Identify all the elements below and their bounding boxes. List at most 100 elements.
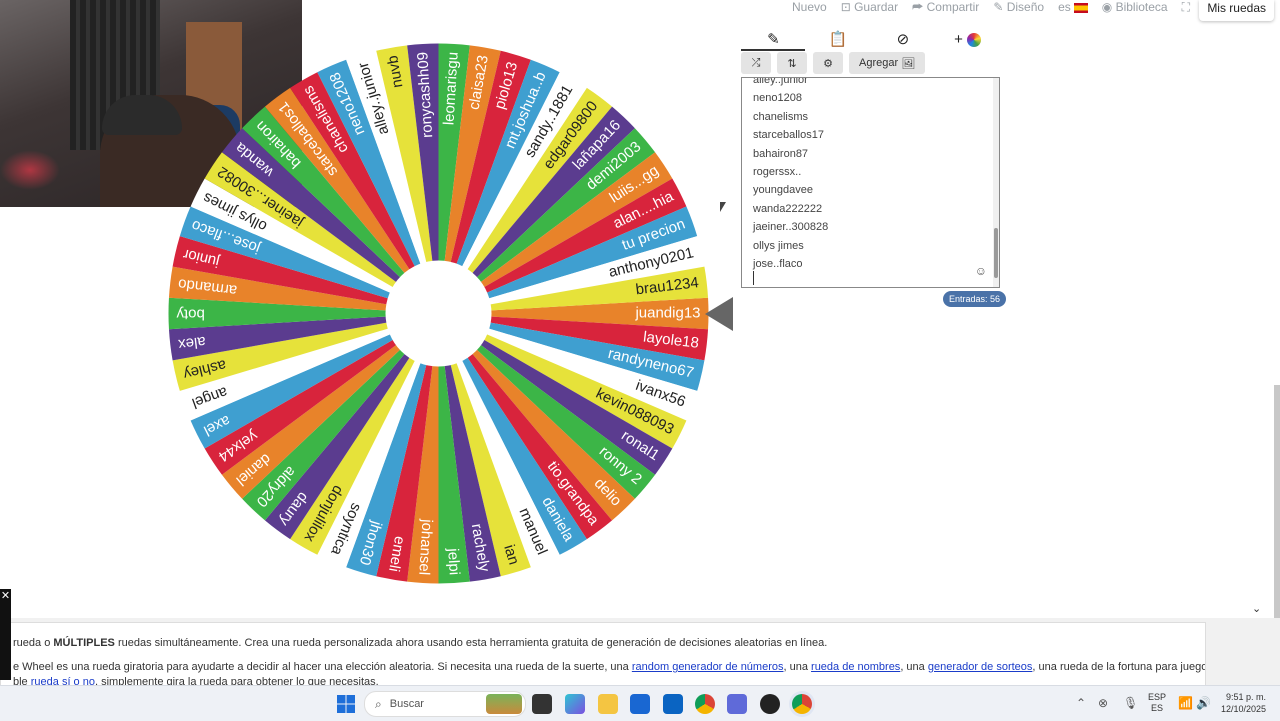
tab-hide[interactable]: ⊘: [883, 30, 923, 48]
my-wheels-button[interactable]: Mis ruedas: [1199, 0, 1274, 21]
wheel-segment-label: boty: [176, 306, 205, 323]
emoji-icon[interactable]: ☺: [975, 264, 987, 278]
add-image-button[interactable]: Agregar 🖼: [849, 52, 926, 74]
nav-share[interactable]: ⮫ Compartir: [912, 0, 979, 15]
nav-new[interactable]: Nuevo: [792, 0, 827, 15]
link-name-wheel[interactable]: rueda de nombres: [811, 661, 900, 673]
wheel-segment-label: jelpi: [444, 547, 463, 576]
spain-flag-icon: [1073, 2, 1088, 13]
lang-bottom: ES: [1151, 703, 1164, 713]
pencil-icon: ✎: [767, 31, 780, 48]
entry-item[interactable]: ollys jimes: [753, 237, 828, 255]
obs-icon[interactable]: [760, 694, 780, 714]
shuffle-button[interactable]: ⤮: [741, 52, 771, 74]
entry-item[interactable]: jose..flaco: [753, 255, 828, 273]
nav-library-label: Biblioteca: [1115, 0, 1168, 14]
desc-bold: MÚLTIPLES: [53, 637, 115, 649]
add-label: +: [954, 30, 963, 48]
chrome-active-icon[interactable]: [792, 694, 812, 714]
clock-time: 9:51 p. m.: [1225, 692, 1266, 702]
color-wheel-icon: [967, 32, 982, 47]
entry-item[interactable]: neno1208: [753, 89, 828, 107]
entries-panel: ✎ 📋 ⊘ +: [741, 27, 1000, 51]
eye-slash-icon: ⊘: [896, 31, 910, 48]
nav-library[interactable]: ◉ Biblioteca: [1102, 0, 1168, 15]
tab-results[interactable]: 📋: [818, 30, 858, 48]
spinning-wheel[interactable]: juandig13 layole18 randyneno67 ivanx56 kevin…: [168, 43, 709, 584]
entry-item[interactable]: rogerssx..: [753, 163, 828, 181]
app-icon[interactable]: [727, 694, 747, 714]
entries-toolbar: ⤮ ⇅ ⚙ Agregar 🖼: [741, 52, 926, 74]
add-image-label: Agregar: [859, 57, 899, 69]
sort-button[interactable]: ⇅: [777, 52, 807, 74]
settings-icon: ⚙: [823, 57, 833, 70]
network-off-icon[interactable]: ⊗: [1098, 696, 1108, 710]
store-icon[interactable]: [630, 694, 650, 714]
nav-language[interactable]: es: [1058, 0, 1088, 15]
desc-text: rueda o: [13, 637, 54, 649]
tab-add-wheel[interactable]: +: [948, 31, 988, 48]
wheel-segment-label: juandig13: [634, 304, 700, 321]
nav-save[interactable]: ⊡ Guardar: [841, 0, 898, 15]
volume-icon[interactable]: 🔊: [1196, 696, 1211, 710]
wheel-center-hub[interactable]: [385, 260, 492, 367]
description-line-2: e Wheel es una rueda giratoria para ayud…: [13, 661, 1205, 673]
overlay-close-icon[interactable]: ✕: [0, 589, 11, 680]
sort-icon: ⇅: [787, 57, 797, 70]
shuffle-icon: ⤮: [751, 56, 761, 69]
entry-item[interactable]: jaeiner..300828: [753, 218, 828, 236]
entries-scrollbar[interactable]: [993, 78, 999, 287]
page-scrollbar[interactable]: [1274, 385, 1280, 625]
nav-language-label: es: [1058, 0, 1071, 14]
entry-item[interactable]: chanelisms: [753, 108, 828, 126]
nav-design[interactable]: ✎ Diseño: [993, 0, 1044, 15]
microphone-icon[interactable]: 🎙: [1123, 696, 1138, 710]
panel-tabs: ✎ 📋 ⊘ +: [741, 27, 1000, 51]
webcam-led-light: [0, 150, 60, 190]
top-navigation: Nuevo ⊡ Guardar ⮫ Compartir ✎ Diseño es …: [792, 0, 1190, 15]
entries-textarea[interactable]: alley..junior neno1208 chanelisms starcebal…: [741, 77, 1000, 288]
desc-text: ruedas simultáneamente. Crea una rueda p…: [114, 637, 828, 649]
wifi-icon[interactable]: 📶: [1178, 696, 1193, 710]
nav-save-label: Guardar: [854, 0, 899, 14]
file-explorer-icon[interactable]: [598, 694, 618, 714]
desc-text: , una: [783, 661, 812, 673]
windows-start-icon[interactable]: [337, 695, 355, 713]
entry-item[interactable]: youngdavee: [753, 181, 828, 199]
entries-scroll-thumb[interactable]: [994, 228, 998, 278]
entries-list: alley..junior neno1208 chanelisms starcebal…: [753, 78, 828, 273]
active-tab-underline: [741, 49, 805, 51]
nav-design-label: Diseño: [1006, 0, 1045, 14]
tab-edit[interactable]: ✎: [753, 30, 793, 48]
lang-top: ESP: [1148, 692, 1167, 702]
entry-item[interactable]: alley..junior: [753, 78, 828, 89]
settings-button[interactable]: ⚙: [813, 52, 843, 74]
entries-count-badge: Entradas: 56: [943, 291, 1007, 307]
entry-item[interactable]: bahairon87: [753, 145, 828, 163]
description-line-1: rueda o MÚLTIPLES ruedas simultáneamente…: [13, 637, 827, 649]
search-icon: ⌕: [375, 696, 382, 711]
link-raffle[interactable]: generador de sorteos: [928, 661, 1033, 673]
mouse-cursor-icon: [720, 202, 726, 212]
chevron-up-icon[interactable]: ⌃: [1076, 696, 1086, 710]
text-caret: [753, 271, 754, 285]
language-indicator[interactable]: ESP ES: [1148, 692, 1166, 714]
wheel-segment-label: alex: [177, 333, 207, 353]
fullscreen-icon[interactable]: ⛶: [1182, 0, 1190, 15]
desc-text: , una: [900, 661, 928, 673]
clock[interactable]: 9:51 p. m. 12/10/2025: [1221, 691, 1266, 715]
link-random-number[interactable]: random generador de números: [632, 661, 784, 673]
entry-item[interactable]: wanda222222: [753, 200, 828, 218]
chrome-icon[interactable]: [695, 694, 715, 714]
outlook-icon[interactable]: [663, 694, 683, 714]
copilot-icon[interactable]: [565, 694, 585, 714]
clock-date: 12/10/2025: [1220, 704, 1266, 714]
task-view-icon[interactable]: [532, 694, 552, 714]
widget-icon[interactable]: [486, 694, 522, 714]
chevron-down-icon[interactable]: ⌄: [1252, 602, 1261, 615]
wheel-svg[interactable]: juandig13layole18randyneno67ivanx56kevin…: [168, 43, 709, 584]
wheel-pointer-icon: [705, 297, 733, 331]
entry-item[interactable]: starceballos17: [753, 126, 828, 144]
windows-taskbar: ⌕ Buscar ⌃ ⊗ 🎙 ESP ES 📶 🔊 9:51 p. m. 12/10/…: [0, 685, 1280, 721]
search-placeholder: Buscar: [389, 698, 424, 710]
